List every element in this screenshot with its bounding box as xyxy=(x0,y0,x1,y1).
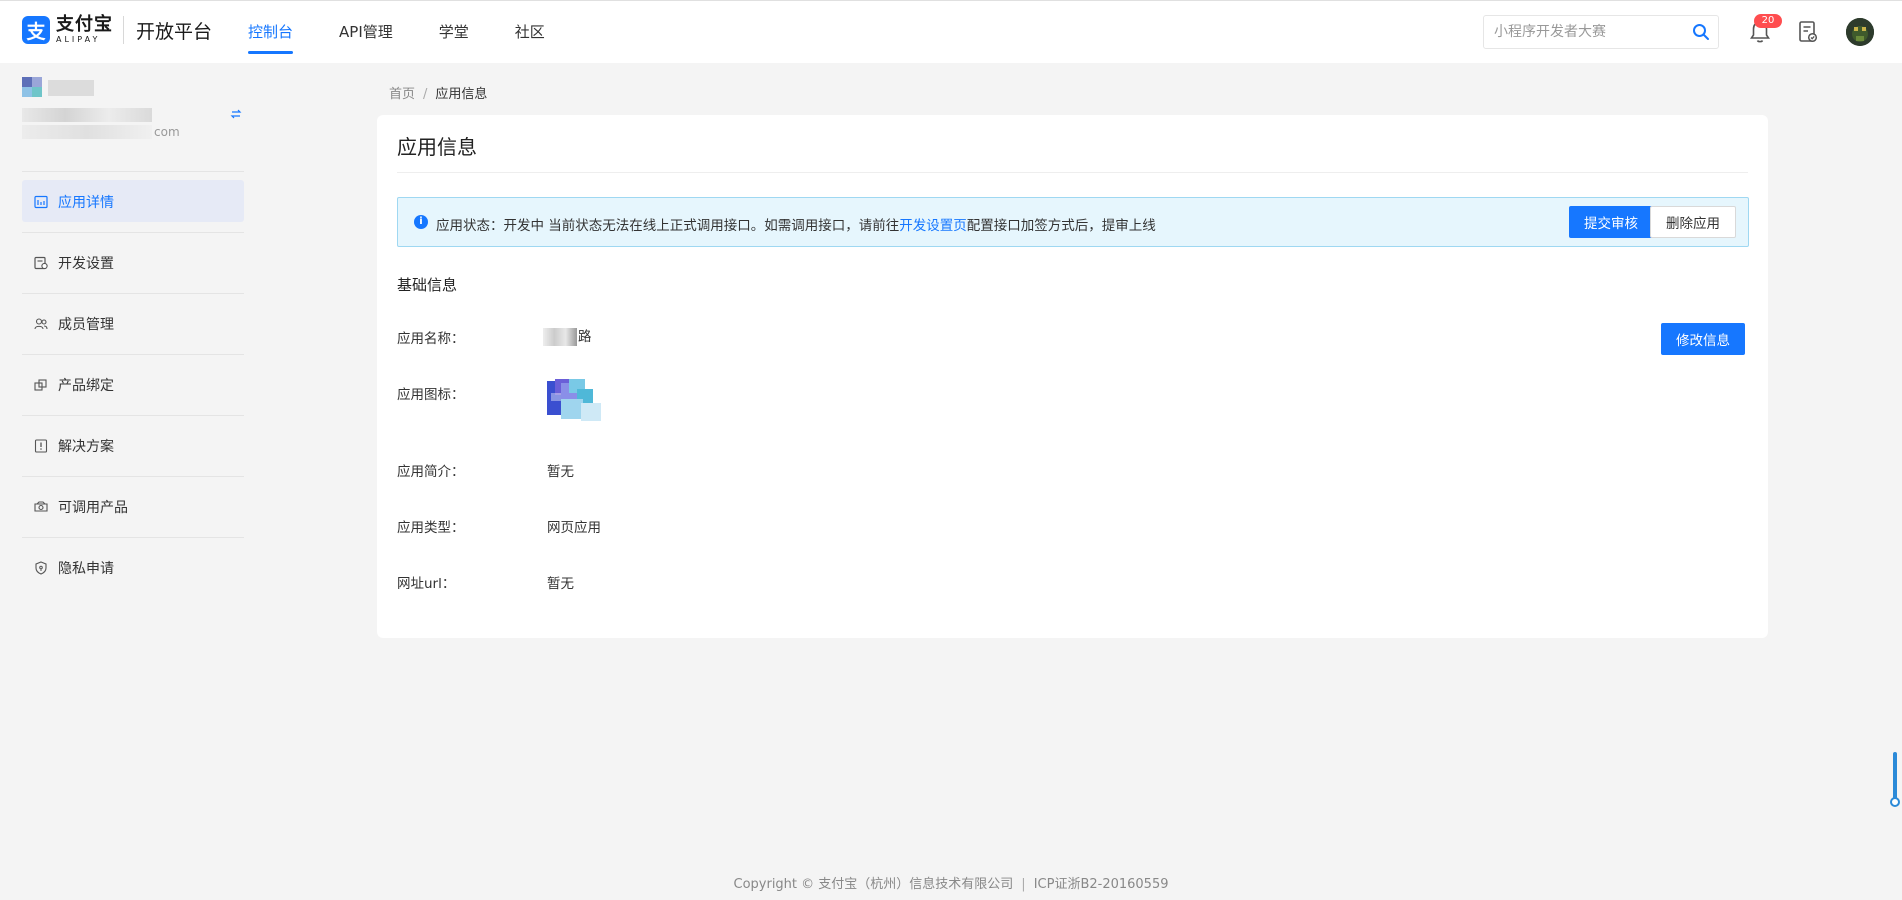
sidebar-item-label: 应用详情 xyxy=(58,195,114,211)
sidebar-item-solutions[interactable]: 解决方案 xyxy=(22,415,244,476)
platform-name: 开放平台 xyxy=(136,20,213,43)
breadcrumb-separator: / xyxy=(423,87,428,102)
sidebar: com 应用详情 开发设置 成员管理 产品绑定 解决方案 可调用产品 隐私申请 xyxy=(0,63,250,900)
account-name-blurred xyxy=(22,108,152,122)
sidebar-item-label: 解决方案 xyxy=(58,439,114,455)
sidebar-item-label: 隐私申请 xyxy=(58,561,114,577)
app-name-label: 应用名称： xyxy=(397,331,465,347)
logo-divider xyxy=(123,16,124,44)
alipay-logo-icon: 支 xyxy=(22,16,50,44)
info-icon: i xyxy=(414,215,428,229)
sidebar-item-privacy[interactable]: 隐私申请 xyxy=(22,537,244,598)
sidebar-item-label: 开发设置 xyxy=(58,256,114,272)
account-email: com xyxy=(154,125,180,139)
page-title: 应用信息 xyxy=(397,135,477,159)
app-detail-icon xyxy=(34,195,48,209)
dev-settings-icon xyxy=(34,256,48,270)
nav-console[interactable]: 控制台 xyxy=(248,1,294,64)
app-type-value: 网页应用 xyxy=(547,520,601,536)
footer-separator: | xyxy=(1021,877,1026,892)
basic-info-heading: 基础信息 xyxy=(397,276,458,294)
app-name-blurred xyxy=(543,328,577,346)
document-icon[interactable] xyxy=(1797,20,1819,44)
sidebar-item-product-bind[interactable]: 产品绑定 xyxy=(22,354,244,415)
breadcrumb: 首页 / 应用信息 xyxy=(389,83,487,102)
sidebar-item-callable-products[interactable]: 可调用产品 xyxy=(22,476,244,537)
notification-badge: 20 xyxy=(1754,14,1782,28)
breadcrumb-current: 应用信息 xyxy=(435,87,488,102)
footer-copyright: Copyright © 支付宝（杭州）信息技术有限公司 xyxy=(733,877,1014,892)
solution-icon xyxy=(34,439,48,453)
breadcrumb-home[interactable]: 首页 xyxy=(389,87,415,102)
nav-community[interactable]: 社区 xyxy=(515,1,545,64)
alert-suffix-text: 配置接口加签方式后，提审上线 xyxy=(966,218,1156,234)
account-avatar xyxy=(22,77,94,97)
privacy-icon xyxy=(35,561,47,575)
avatar-image xyxy=(1846,18,1874,46)
members-icon xyxy=(34,318,48,330)
status-alert-text: 应用状态：开发中 当前状态无法在线上正式调用接口。如需调用接口，请前往开发设置页… xyxy=(436,214,1156,234)
delete-app-button[interactable]: 删除应用 xyxy=(1650,206,1736,238)
edit-info-button[interactable]: 修改信息 xyxy=(1661,323,1745,355)
search-icon[interactable] xyxy=(1692,23,1710,41)
alert-prefix-text: 应用状态：开发中 当前状态无法在线上正式调用接口。如需调用接口，请前往 xyxy=(436,218,900,234)
logo-en-text: ALIPAY xyxy=(56,35,101,44)
top-bar: 支 支付宝 ALIPAY 开放平台 控制台 API管理 学堂 社区 20 xyxy=(0,0,1902,63)
sidebar-item-label: 可调用产品 xyxy=(58,500,128,516)
title-divider xyxy=(397,172,1748,173)
app-desc-label: 应用简介： xyxy=(397,464,465,480)
top-nav: 控制台 API管理 学堂 社区 xyxy=(248,1,591,64)
sidebar-item-app-detail[interactable]: 应用详情 xyxy=(22,171,244,232)
app-name-visible: 路 xyxy=(578,329,592,345)
status-alert: i 应用状态：开发中 当前状态无法在线上正式调用接口。如需调用接口，请前往开发设… xyxy=(397,197,1749,247)
alipay-logo[interactable]: 支 支付宝 ALIPAY 开放平台 xyxy=(22,16,212,44)
sidebar-item-members[interactable]: 成员管理 xyxy=(22,293,244,354)
dev-settings-link[interactable]: 开发设置页 xyxy=(899,218,967,234)
app-url-value: 暂无 xyxy=(547,576,574,592)
logo-cn-text: 支付宝 xyxy=(56,14,113,35)
callable-product-icon xyxy=(34,501,48,512)
account-email-blurred xyxy=(22,125,152,139)
search-input[interactable] xyxy=(1484,16,1684,48)
scroll-handle[interactable] xyxy=(1890,797,1900,807)
sidebar-item-dev-settings[interactable]: 开发设置 xyxy=(22,232,244,293)
nav-api-management[interactable]: API管理 xyxy=(339,1,393,64)
nav-academy[interactable]: 学堂 xyxy=(439,1,469,64)
search-box xyxy=(1483,15,1719,49)
app-icon-label: 应用图标： xyxy=(397,387,465,403)
product-bind-icon xyxy=(34,379,47,391)
app-type-label: 应用类型： xyxy=(397,520,465,536)
footer: Copyright © 支付宝（杭州）信息技术有限公司 | ICP证浙B2-2016… xyxy=(0,873,1902,892)
submit-review-button[interactable]: 提交审核 xyxy=(1569,206,1653,238)
user-avatar[interactable] xyxy=(1846,18,1874,46)
sidebar-item-label: 成员管理 xyxy=(58,317,114,333)
footer-icp[interactable]: ICP证浙B2-20160559 xyxy=(1034,877,1169,892)
sidebar-item-label: 产品绑定 xyxy=(58,378,114,394)
app-desc-value: 暂无 xyxy=(547,464,574,480)
switch-account-icon[interactable] xyxy=(230,108,242,120)
app-icon-image xyxy=(547,379,601,421)
app-url-label: 网址url： xyxy=(397,576,456,592)
app-name-value: 路 xyxy=(543,325,592,346)
app-info-card: 应用信息 i 应用状态：开发中 当前状态无法在线上正式调用接口。如需调用接口，请… xyxy=(377,115,1768,638)
sidebar-menu: 应用详情 开发设置 成员管理 产品绑定 解决方案 可调用产品 隐私申请 xyxy=(22,171,244,598)
